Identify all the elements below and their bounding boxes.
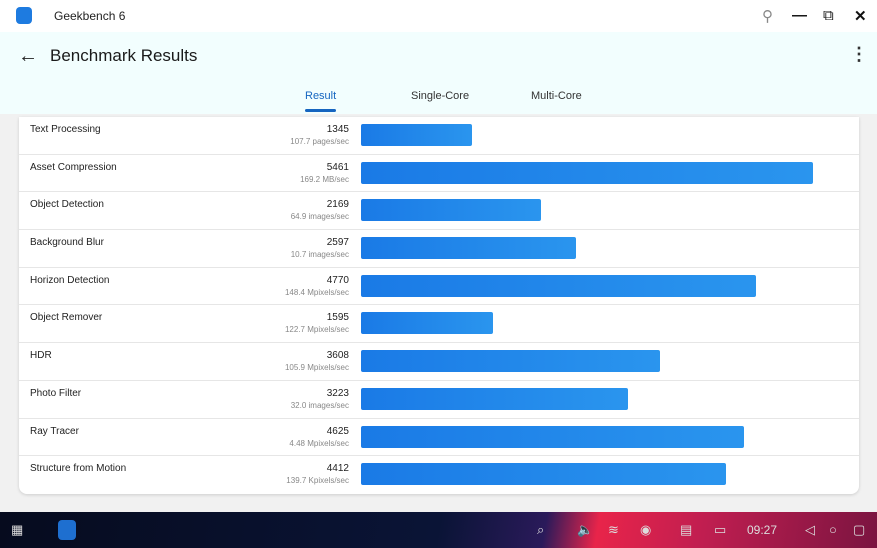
- benchmark-rate: 64.9 images/sec: [290, 212, 349, 222]
- benchmark-name: Object Detection: [30, 199, 104, 211]
- benchmark-rate: 139.7 Kpixels/sec: [286, 476, 349, 486]
- benchmark-name: HDR: [30, 350, 52, 362]
- more-options-icon[interactable]: ⋮: [850, 44, 868, 65]
- tab-multi-core[interactable]: Multi-Core: [531, 90, 582, 102]
- page-title: Benchmark Results: [50, 46, 198, 65]
- score-bar: [361, 387, 628, 410]
- score-bar: [361, 274, 756, 297]
- score-bar: [361, 463, 727, 486]
- benchmark-name: Photo Filter: [30, 387, 82, 399]
- result-row: Horizon Detection 4770 148.4 Mpixels/sec: [19, 268, 859, 306]
- back-arrow-icon[interactable]: ←: [18, 45, 38, 68]
- benchmark-score: 1345: [326, 124, 349, 135]
- result-row: Asset Compression 5461 169.2 MB/sec: [19, 155, 859, 193]
- benchmark-name: Horizon Detection: [30, 274, 110, 286]
- geekbench-app-icon: [16, 7, 32, 24]
- nav-back-icon[interactable]: ◁: [805, 522, 815, 538]
- benchmark-rate: 122.7 Mpixels/sec: [284, 325, 349, 335]
- battery-icon: ▭: [714, 522, 727, 537]
- pin-icon[interactable]: ⚲: [762, 7, 773, 25]
- tab-result[interactable]: Result: [305, 90, 337, 112]
- score-bar: [361, 350, 660, 373]
- minimize-button[interactable]: —: [792, 7, 807, 24]
- app-header: ← Benchmark Results ⋮ Result Single-Core…: [0, 32, 877, 114]
- search-icon[interactable]: ⌕: [537, 522, 544, 538]
- score-bar: [361, 312, 494, 335]
- tab-single-core[interactable]: Single-Core: [411, 90, 469, 102]
- nav-home-icon[interactable]: ○: [829, 522, 837, 537]
- result-row: Ray Tracer 4625 4.48 Mpixels/sec: [19, 419, 859, 457]
- clock: 09:27: [747, 523, 778, 537]
- benchmark-rate: 10.7 images/sec: [290, 250, 349, 260]
- benchmark-rate: 4.48 Mpixels/sec: [289, 438, 349, 448]
- benchmark-score: 4412: [326, 463, 349, 475]
- benchmark-rate: 107.7 pages/sec: [290, 137, 349, 146]
- geekbench-taskbar-icon[interactable]: [58, 520, 76, 540]
- score-bar: [361, 199, 541, 222]
- window-title: Geekbench 6: [54, 9, 126, 23]
- benchmark-rate: 32.0 images/sec: [290, 400, 349, 410]
- benchmark-score: 3608: [326, 350, 349, 362]
- score-bar: [361, 161, 813, 184]
- result-row: Structure from Motion 4412 139.7 Kpixels…: [19, 456, 859, 494]
- result-row: HDR 3608 105.9 Mpixels/sec: [19, 343, 859, 381]
- benchmark-name: Structure from Motion: [30, 463, 127, 475]
- benchmark-score: 2597: [326, 237, 349, 249]
- volume-icon[interactable]: 🔈: [577, 522, 593, 538]
- close-button[interactable]: ✕: [854, 7, 867, 25]
- benchmark-score: 4770: [326, 274, 349, 286]
- benchmark-name: Ray Tracer: [30, 425, 79, 437]
- benchmark-score: 5461: [326, 161, 349, 173]
- result-row: Photo Filter 3223 32.0 images/sec: [19, 381, 859, 419]
- benchmark-score: 3223: [326, 387, 349, 399]
- app-drawer-icon[interactable]: ▦: [11, 522, 23, 538]
- score-bar: [361, 124, 473, 146]
- benchmark-name: Object Remover: [30, 312, 103, 324]
- results-list: Text Processing 1345 107.7 pages/sec Ass…: [19, 117, 859, 494]
- benchmark-score: 2169: [326, 199, 349, 211]
- wifi-icon[interactable]: ≋: [608, 522, 619, 538]
- result-row: Object Remover 1595 122.7 Mpixels/sec: [19, 305, 859, 344]
- result-row: Object Detection 2169 64.9 images/sec: [19, 192, 859, 231]
- benchmark-name: Background Blur: [30, 237, 104, 249]
- benchmark-score: 4625: [326, 425, 349, 437]
- score-bar: [361, 425, 744, 448]
- score-bar: [361, 237, 576, 260]
- result-row: Background Blur 2597 10.7 images/sec: [19, 230, 859, 268]
- restore-button[interactable]: ⧉: [823, 7, 834, 24]
- title-bar: Geekbench 6 ⚲ — ⧉ ✕: [0, 0, 877, 32]
- location-icon[interactable]: ◉: [640, 522, 651, 538]
- nav-recents-icon[interactable]: ▢: [853, 522, 865, 538]
- notes-icon[interactable]: ▤: [680, 522, 692, 538]
- benchmark-rate: 148.4 Mpixels/sec: [284, 287, 349, 297]
- benchmark-name: Text Processing: [30, 124, 101, 135]
- taskbar: ▦ ⌕ 🔈 ≋ ◉ ▤ ▭ 09:27 ◁ ○ ▢: [0, 512, 877, 548]
- benchmark-score: 1595: [326, 312, 349, 324]
- benchmark-rate: 169.2 MB/sec: [300, 174, 349, 184]
- benchmark-name: Asset Compression: [30, 161, 117, 173]
- benchmark-rate: 105.9 Mpixels/sec: [284, 363, 349, 373]
- result-row: Text Processing 1345 107.7 pages/sec: [19, 117, 859, 155]
